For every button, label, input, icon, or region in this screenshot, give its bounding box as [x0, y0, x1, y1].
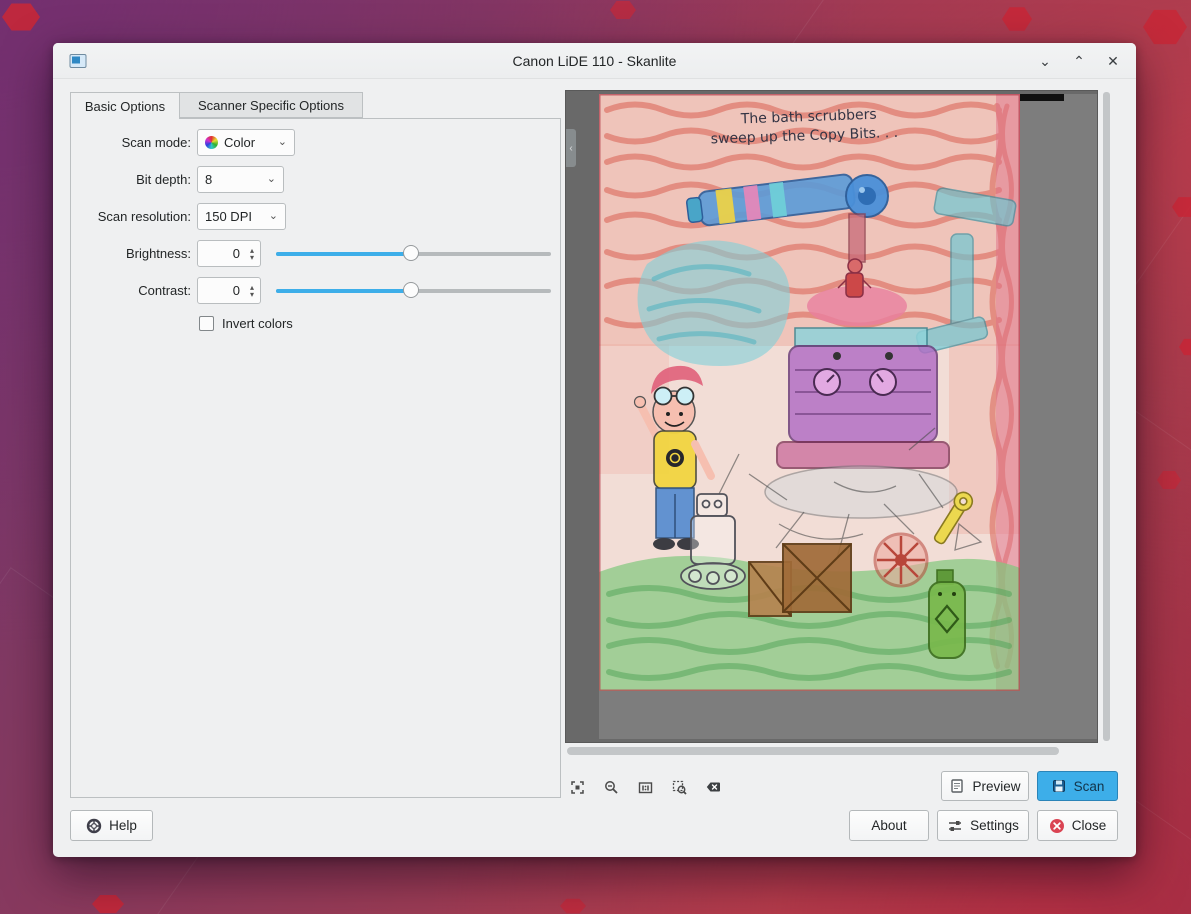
panel-collapse-handle[interactable]: ‹: [566, 129, 576, 167]
contrast-spinbox[interactable]: ▴▾: [197, 277, 261, 304]
zoom-selection-icon[interactable]: [671, 779, 688, 796]
close-button-label: Close: [1072, 818, 1107, 833]
scan-resolution-label: Scan resolution:: [79, 203, 191, 230]
background-hexagon: [560, 898, 586, 914]
invert-colors-checkbox[interactable]: [199, 316, 214, 331]
scrollbar-handle[interactable]: [567, 747, 1059, 755]
close-icon: [1049, 818, 1065, 834]
zoom-fit-icon[interactable]: [569, 779, 586, 796]
contrast-input[interactable]: [198, 278, 244, 303]
scan-resolution-select[interactable]: 150 DPI ⌄: [197, 203, 286, 230]
brightness-slider-handle[interactable]: [403, 245, 419, 261]
color-mode-icon: [205, 136, 218, 149]
contrast-slider-handle[interactable]: [403, 282, 419, 298]
help-icon: [86, 818, 102, 834]
invert-colors-row[interactable]: Invert colors: [199, 316, 293, 331]
about-button[interactable]: About: [849, 810, 929, 841]
scanned-area: The bath scrubbers sweep up the Copy Bit…: [599, 94, 1097, 739]
scan-mode-value: Color: [224, 135, 255, 150]
scrollbar-handle[interactable]: [1103, 92, 1110, 741]
scan-mode-label: Scan mode:: [79, 129, 191, 156]
preview-button[interactable]: Preview: [941, 771, 1029, 801]
contrast-label: Contrast:: [79, 277, 191, 304]
slider-fill: [276, 289, 411, 293]
brightness-slider[interactable]: [276, 240, 551, 267]
slider-fill: [276, 252, 411, 256]
maximize-button[interactable]: ⌃: [1068, 50, 1090, 72]
background-hexagon: [1179, 338, 1191, 356]
about-button-label: About: [871, 818, 906, 833]
preview-icon: [949, 778, 965, 794]
preview-viewport[interactable]: The bath scrubbers sweep up the Copy Bit…: [565, 90, 1098, 743]
scan-mode-select[interactable]: Color ⌄: [197, 129, 295, 156]
zoom-out-icon[interactable]: [603, 779, 620, 796]
basic-options-panel: Scan mode: Color ⌄ Bit depth: 8 ⌄ Scan r…: [70, 118, 561, 798]
settings-button[interactable]: Settings: [937, 810, 1029, 841]
contrast-slider[interactable]: [276, 277, 551, 304]
zoom-original-icon[interactable]: [637, 779, 654, 796]
tab-scanner-specific-options[interactable]: Scanner Specific Options: [179, 92, 363, 118]
scan-icon: [1051, 778, 1067, 794]
spin-arrows-icon[interactable]: ▴▾: [244, 241, 260, 266]
chevron-down-icon: ⌄: [262, 174, 276, 185]
skanlite-window: Canon LiDE 110 - Skanlite ⌄ ⌃ ✕ Basic Op…: [53, 43, 1136, 857]
chevron-down-icon: ⌄: [264, 211, 278, 222]
background-hexagon: [610, 0, 636, 20]
clear-selections-icon[interactable]: [705, 779, 722, 796]
close-button[interactable]: Close: [1037, 810, 1118, 841]
settings-icon: [947, 818, 963, 834]
invert-colors-label: Invert colors: [222, 316, 293, 331]
scan-button[interactable]: Scan: [1037, 771, 1118, 801]
settings-button-label: Settings: [970, 818, 1019, 833]
scan-button-label: Scan: [1074, 779, 1105, 794]
tab-basic-options[interactable]: Basic Options: [70, 92, 180, 119]
preview-horizontal-scrollbar[interactable]: [565, 745, 1098, 757]
close-window-button[interactable]: ✕: [1102, 50, 1124, 72]
preview-vertical-scrollbar[interactable]: [1101, 90, 1112, 743]
preview-button-label: Preview: [972, 779, 1020, 794]
scan-resolution-value: 150 DPI: [205, 209, 252, 224]
brightness-spinbox[interactable]: ▴▾: [197, 240, 261, 267]
bit-depth-select[interactable]: 8 ⌄: [197, 166, 284, 193]
help-button[interactable]: Help: [70, 810, 153, 841]
background-hexagon: [2, 2, 40, 32]
help-button-label: Help: [109, 818, 137, 833]
brightness-input[interactable]: [198, 241, 244, 266]
scanner-edge-strip: [1020, 94, 1064, 101]
titlebar[interactable]: Canon LiDE 110 - Skanlite ⌄ ⌃ ✕: [53, 43, 1136, 79]
zoom-toolbar: [569, 772, 722, 802]
window-title: Canon LiDE 110 - Skanlite: [53, 43, 1136, 79]
minimize-button[interactable]: ⌄: [1034, 50, 1056, 72]
bit-depth-value: 8: [205, 172, 212, 187]
chevron-down-icon: ⌄: [273, 137, 287, 148]
brightness-label: Brightness:: [79, 240, 191, 267]
spin-arrows-icon[interactable]: ▴▾: [244, 278, 260, 303]
scanned-image: The bath scrubbers sweep up the Copy Bit…: [599, 94, 1020, 691]
bit-depth-label: Bit depth:: [79, 166, 191, 193]
